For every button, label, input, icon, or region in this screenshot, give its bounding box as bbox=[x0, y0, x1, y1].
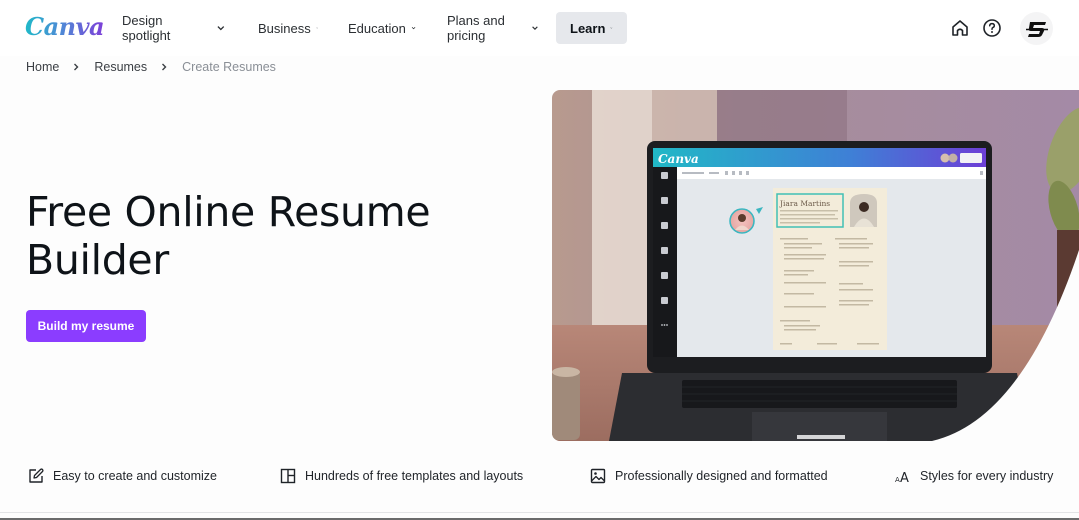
nav-education[interactable]: Education bbox=[334, 12, 430, 44]
laptop-illustration: Canva Jiara Martins bbox=[552, 90, 1079, 441]
nav-learn[interactable]: Learn bbox=[556, 12, 627, 44]
canva-logo[interactable]: Canva bbox=[25, 12, 105, 41]
chevron-down-icon bbox=[411, 26, 416, 30]
breadcrumb: Home Resumes Create Resumes bbox=[26, 59, 276, 75]
svg-text:A: A bbox=[900, 471, 909, 485]
nav-design-spotlight[interactable]: Design spotlight bbox=[108, 12, 240, 44]
title-line-1: Free Online Resume bbox=[26, 188, 431, 236]
features-row: Easy to create and customize Hundreds of… bbox=[0, 464, 1079, 488]
breadcrumb-home[interactable]: Home bbox=[26, 60, 59, 74]
feature-item: Hundreds of free templates and layouts bbox=[279, 464, 523, 488]
chevron-down-icon bbox=[217, 26, 225, 31]
home-icon[interactable] bbox=[949, 17, 971, 39]
nav-label: Design spotlight bbox=[122, 13, 171, 43]
top-navigation: Canva Design spotlight Business Educatio… bbox=[0, 0, 1079, 56]
resume-name: Jiara Martins bbox=[779, 199, 830, 208]
nav-business[interactable]: Business bbox=[244, 12, 332, 44]
user-avatar[interactable] bbox=[1020, 12, 1053, 45]
section-divider bbox=[0, 512, 1079, 513]
nav-plans-and-pricing[interactable]: Plans and pricing bbox=[433, 12, 553, 44]
hero-image: Canva Jiara Martins bbox=[552, 90, 1079, 441]
feature-label: Easy to create and customize bbox=[53, 469, 217, 483]
page: Canva Design spotlight Business Educatio… bbox=[0, 0, 1079, 520]
feature-item: Easy to create and customize bbox=[27, 464, 217, 488]
feature-label: Professionally designed and formatted bbox=[615, 469, 828, 483]
breadcrumb-resumes[interactable]: Resumes bbox=[94, 60, 147, 74]
chevron-down-icon bbox=[316, 27, 318, 29]
nav-label: Business bbox=[258, 20, 311, 36]
page-title: Free Online Resume Builder bbox=[26, 188, 446, 284]
chevron-right-icon bbox=[162, 63, 167, 71]
chevron-down-icon bbox=[610, 27, 613, 29]
editor-logo: Canva bbox=[658, 152, 699, 166]
chevron-down-icon bbox=[532, 26, 538, 30]
nav-label: Education bbox=[348, 20, 406, 36]
layout-icon bbox=[280, 468, 296, 484]
edit-icon bbox=[29, 468, 44, 483]
nav-label: Learn bbox=[570, 20, 606, 36]
build-my-resume-button[interactable]: Build my resume bbox=[26, 310, 146, 342]
main-nav: Design spotlight Business Education Plan… bbox=[108, 12, 631, 44]
breadcrumb-current: Create Resumes bbox=[182, 60, 276, 74]
feature-label: Hundreds of free templates and layouts bbox=[305, 469, 524, 483]
help-icon[interactable] bbox=[981, 17, 1003, 39]
image-icon bbox=[590, 468, 606, 484]
font-size-icon: A A bbox=[895, 471, 909, 485]
nav-label: Plans and pricing bbox=[447, 13, 505, 43]
feature-item: Professionally designed and formatted bbox=[589, 464, 828, 488]
avatar-monogram-icon bbox=[1025, 21, 1048, 37]
title-line-2: Builder bbox=[26, 236, 169, 284]
chevron-right-icon bbox=[74, 63, 79, 71]
feature-label: Styles for every industry bbox=[920, 469, 1054, 483]
feature-item: A A Styles for every industry bbox=[894, 464, 1053, 488]
